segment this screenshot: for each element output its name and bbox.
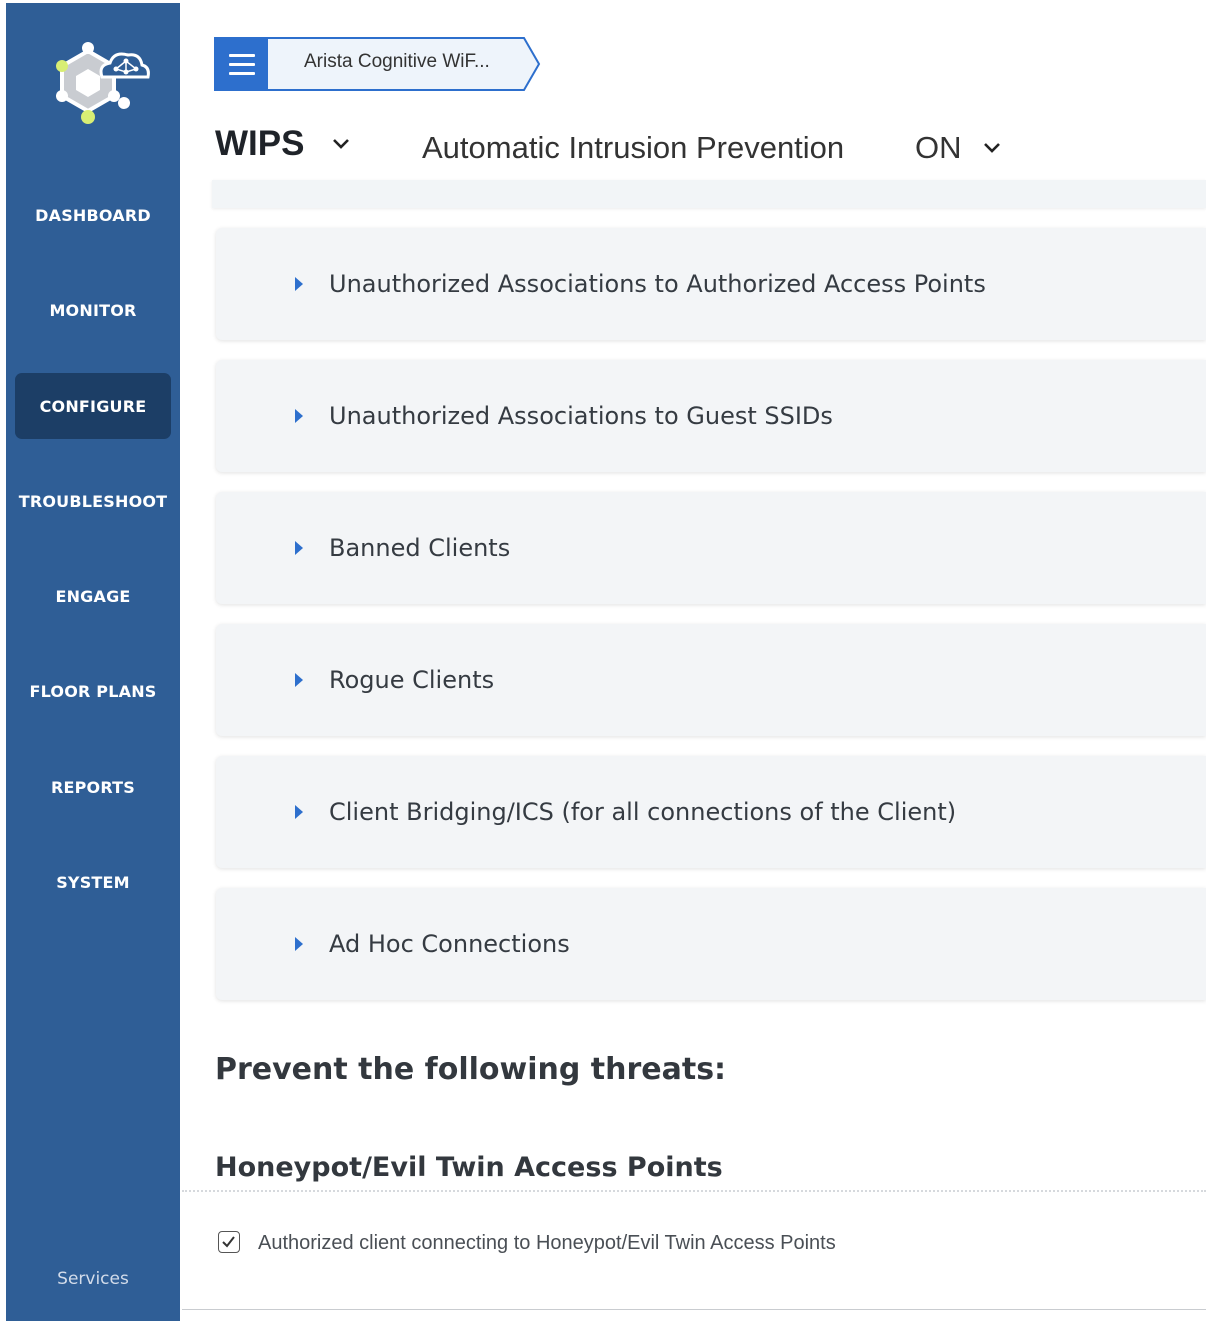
nav-item-engage[interactable]: ENGAGE [6, 563, 180, 629]
accordion-panel[interactable]: Unauthorized Associations to Authorized … [216, 228, 1206, 340]
nav-item-label: DASHBOARD [35, 205, 151, 225]
nav-item-label: TROUBLESHOOT [18, 491, 168, 511]
auto-intrusion-prevention-label: Automatic Intrusion Prevention [422, 130, 845, 165]
nav-item-label: SYSTEM [56, 872, 130, 892]
expand-triangle-icon [295, 409, 303, 423]
subsection-title: Honeypot/Evil Twin Access Points [215, 1152, 723, 1183]
accordion-panel-title: Banned Clients [329, 534, 511, 562]
chevron-down-icon[interactable] [982, 141, 1002, 155]
accordion-panel-title: Unauthorized Associations to Guest SSIDs [329, 402, 833, 430]
expand-triangle-icon [295, 277, 303, 291]
accordion-panel[interactable]: Client Bridging/ICS (for all connections… [216, 756, 1206, 868]
accordion-panel[interactable]: Ad Hoc Connections [216, 888, 1206, 1000]
hamburger-icon[interactable] [214, 38, 268, 90]
divider [182, 1190, 1206, 1192]
arista-cloud-hex-logo [56, 42, 150, 124]
services-link[interactable]: Services [6, 1269, 180, 1289]
collapsed-panel-partial [212, 180, 1206, 208]
chevron-down-icon[interactable] [331, 137, 351, 151]
sidebar: DASHBOARD MONITOR CONFIGURE TROUBLESHOOT… [6, 3, 180, 1321]
auto-intrusion-prevention-value[interactable]: ON [915, 130, 962, 166]
nav-item-reports[interactable]: REPORTS [6, 754, 180, 820]
nav-item-label: REPORTS [50, 777, 136, 797]
breadcrumb-label: Arista Cognitive WiF... [304, 51, 490, 72]
expand-triangle-icon [295, 805, 303, 819]
section-title: Prevent the following threats: [215, 1052, 727, 1087]
expand-triangle-icon [295, 673, 303, 687]
nav-item-dashboard[interactable]: DASHBOARD [6, 182, 180, 248]
accordion-panel[interactable]: Banned Clients [216, 492, 1206, 604]
nav-item-label: FLOOR PLANS [29, 681, 157, 701]
nav-item-floor-plans[interactable]: FLOOR PLANS [6, 658, 180, 724]
threat-checkbox[interactable] [218, 1231, 240, 1253]
expand-triangle-icon [295, 541, 303, 555]
nav-item-configure[interactable]: CONFIGURE [15, 373, 171, 439]
nav-item-system[interactable]: SYSTEM [6, 849, 180, 915]
nav-item-label: MONITOR [49, 300, 137, 320]
nav-item-label: ENGAGE [55, 586, 131, 606]
accordion-panel-title: Client Bridging/ICS (for all connections… [329, 798, 957, 826]
divider [182, 1309, 1206, 1310]
accordion-panel-title: Unauthorized Associations to Authorized … [329, 270, 986, 298]
threat-checkbox-label[interactable]: Authorized client connecting to Honeypot… [258, 1232, 836, 1255]
accordion-panel[interactable]: Rogue Clients [216, 624, 1206, 736]
accordion-panel[interactable]: Unauthorized Associations to Guest SSIDs [216, 360, 1206, 472]
accordion-panel-title: Ad Hoc Connections [329, 930, 570, 958]
accordion-panel-title: Rogue Clients [329, 666, 495, 694]
nav-item-monitor[interactable]: MONITOR [6, 277, 180, 343]
checkmark-icon [222, 1236, 235, 1248]
nav-item-troubleshoot[interactable]: TROUBLESHOOT [6, 468, 180, 534]
expand-triangle-icon [295, 937, 303, 951]
page-title[interactable]: WIPS [215, 124, 304, 164]
nav-item-label: CONFIGURE [39, 396, 147, 416]
